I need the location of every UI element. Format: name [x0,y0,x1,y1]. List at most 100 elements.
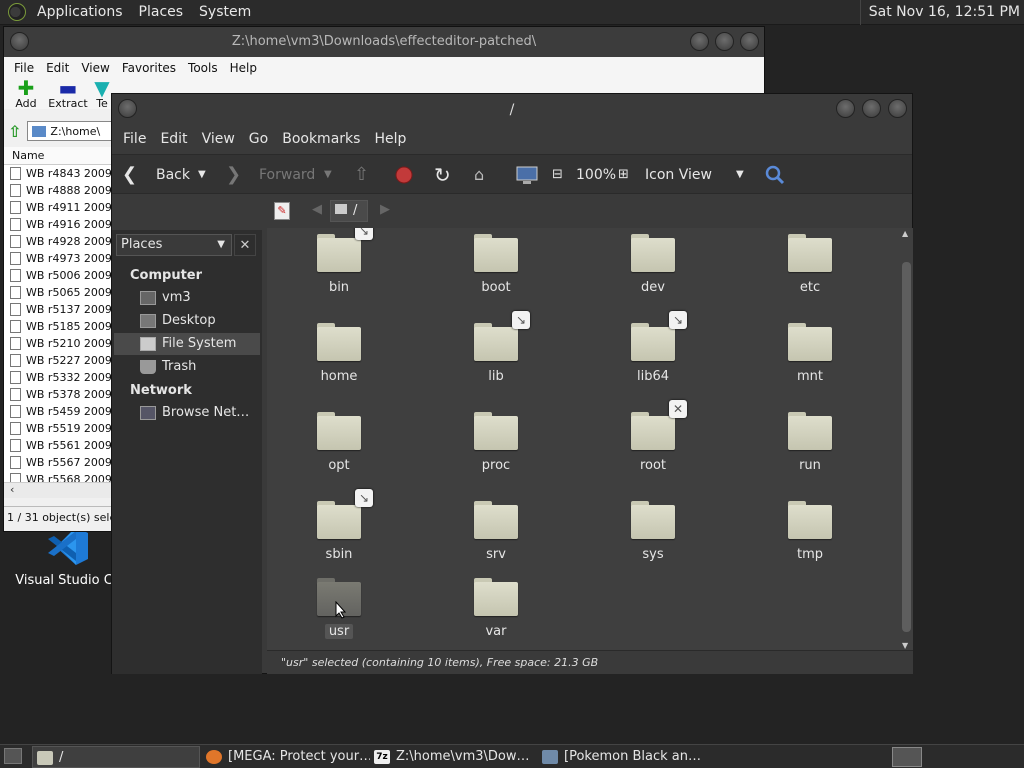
sidebar-item-label: Desktop [162,313,216,328]
taskbar-item-pokemon[interactable]: [Pokemon Black an… [538,746,706,768]
extract-button[interactable]: ▬ Extract [48,78,88,110]
forward-button[interactable]: Forward [259,155,315,195]
zoom-level[interactable]: 100% [576,155,616,195]
close-button[interactable] [888,99,907,118]
close-sidebar-icon[interactable]: ✕ [234,234,256,256]
archive-titlebar[interactable]: Z:\home\vm3\Downloads\effecteditor-patch… [4,27,764,57]
window-menu-button[interactable] [10,32,29,51]
add-button[interactable]: ✚ Add [6,78,46,110]
desktop-icon-vscode[interactable]: Visual Studio Co [12,525,124,588]
folder-item-dev[interactable]: dev [593,234,713,295]
folder-item-sys[interactable]: sys [593,501,713,562]
show-desktop-icon[interactable] [4,748,22,764]
applications-menu[interactable]: Applications [29,4,131,20]
vertical-scrollbar[interactable]: ▲ ▼ [901,229,911,650]
folder-item-mnt[interactable]: mnt [750,323,870,384]
menu-help[interactable]: Help [224,61,263,75]
search-icon [765,165,785,185]
view-mode-select[interactable]: Icon View [645,155,712,195]
file-icon [10,286,21,299]
menu-view[interactable]: View [75,61,115,75]
path-button-root[interactable]: / [330,200,368,222]
zoom-out-icon[interactable]: ⊟ [552,155,563,195]
home-icon[interactable]: ⌂ [474,155,484,195]
up-arrow-icon[interactable]: ⇧ [354,155,369,195]
sidebar-item-file-system[interactable]: File System [114,333,260,355]
system-menu[interactable]: System [191,4,259,20]
menu-favorites[interactable]: Favorites [116,61,182,75]
close-button[interactable] [740,32,759,51]
back-arrow-icon[interactable]: ❮ [122,155,137,195]
sidebar-type-select[interactable]: Places ▼ [116,234,232,256]
no-access-emblem-icon: ✕ [669,400,687,418]
search-button[interactable] [764,155,786,195]
taskbar-item-file-manager[interactable]: / [32,746,200,768]
menu-file[interactable]: File [8,61,40,75]
folder-item-sbin[interactable]: ↘ sbin [279,489,399,562]
sidebar-item-vm3[interactable]: vm3 [114,287,260,309]
test-button[interactable]: ▼ Te [92,79,112,110]
folder-item-etc[interactable]: etc [750,234,870,295]
chevron-down-icon: ▼ [217,239,225,250]
folder-item-lib[interactable]: ↘ lib [436,311,556,384]
menu-go[interactable]: Go [242,131,275,147]
gnome-foot-icon[interactable] [8,3,26,21]
file-manager-window[interactable]: / File Edit View Go Bookmarks Help ❮ Bac… [111,93,913,674]
sidebar-type-label: Places [121,237,163,252]
folder-item-bin[interactable]: ↘ bin [279,228,399,295]
workspace-switcher[interactable] [892,747,922,767]
view-mode-dropdown[interactable]: ▼ [736,155,744,195]
menu-bookmarks[interactable]: Bookmarks [275,131,367,147]
menu-help[interactable]: Help [367,131,413,147]
maximize-button[interactable] [715,32,734,51]
sidebar-item-browse-network[interactable]: Browse Net… [114,402,260,424]
scroll-up-icon[interactable]: ▲ [902,229,908,238]
minimize-button[interactable] [836,99,855,118]
folder-item-proc[interactable]: proc [436,412,556,473]
folder-item-root[interactable]: ✕ root [593,400,713,473]
sidebar-item-trash[interactable]: Trash [114,356,260,378]
folder-name: root [639,458,667,473]
folder-item-home[interactable]: home [279,323,399,384]
forward-arrow-icon[interactable]: ❯ [226,155,241,195]
icon-view[interactable]: ▲ ▼ ↘ bin boot dev etc home ↘ lib ↘ lib64 mnt opt pr… [267,228,913,650]
computer-button[interactable] [516,155,538,195]
sidebar-item-desktop[interactable]: Desktop [114,310,260,332]
folder-item-tmp[interactable]: tmp [750,501,870,562]
folder-item-srv[interactable]: srv [436,501,556,562]
back-button[interactable]: Back [156,155,190,195]
stop-button[interactable] [394,155,414,195]
folder-icon: ↘ [631,311,687,361]
path-right-arrow-icon[interactable]: ▶ [380,202,390,217]
folder-item-lib64[interactable]: ↘ lib64 [593,311,713,384]
back-history-dropdown[interactable]: ▼ [198,155,206,195]
reload-icon[interactable]: ↻ [434,155,451,195]
menu-edit[interactable]: Edit [40,61,75,75]
file-manager-titlebar[interactable]: / [112,94,912,126]
panel-clock[interactable]: Sat Nov 16, 12:51 PM [859,0,1020,25]
places-menu[interactable]: Places [131,4,192,20]
folder-item-boot[interactable]: boot [436,234,556,295]
path-left-arrow-icon[interactable]: ◀ [312,202,322,217]
up-folder-icon[interactable]: ⇧ [8,122,21,141]
scroll-down-icon[interactable]: ▼ [902,641,908,650]
menu-view[interactable]: View [195,131,242,147]
minimize-button[interactable] [690,32,709,51]
maximize-button[interactable] [862,99,881,118]
taskbar-item-7zip[interactable]: 7z Z:\home\vm3\Dow… [370,746,538,768]
menu-tools[interactable]: Tools [182,61,224,75]
file-icon [10,252,21,265]
archive-address-text: Z:\home\ [50,124,101,138]
zoom-in-icon[interactable]: ⊞ [618,155,629,195]
taskbar-item-firefox[interactable]: [MEGA: Protect your… [202,746,370,768]
folder-item-run[interactable]: run [750,412,870,473]
folder-item-var[interactable]: var [436,578,556,639]
scrollbar-thumb[interactable] [902,262,911,632]
window-menu-button[interactable] [118,99,137,118]
forward-history-dropdown[interactable]: ▼ [324,155,332,195]
folder-item-opt[interactable]: opt [279,412,399,473]
menu-file[interactable]: File [116,131,153,147]
archive-menubar: File Edit View Favorites Tools Help [4,57,764,79]
menu-edit[interactable]: Edit [153,131,194,147]
edit-location-icon[interactable]: ✎ [274,202,290,220]
